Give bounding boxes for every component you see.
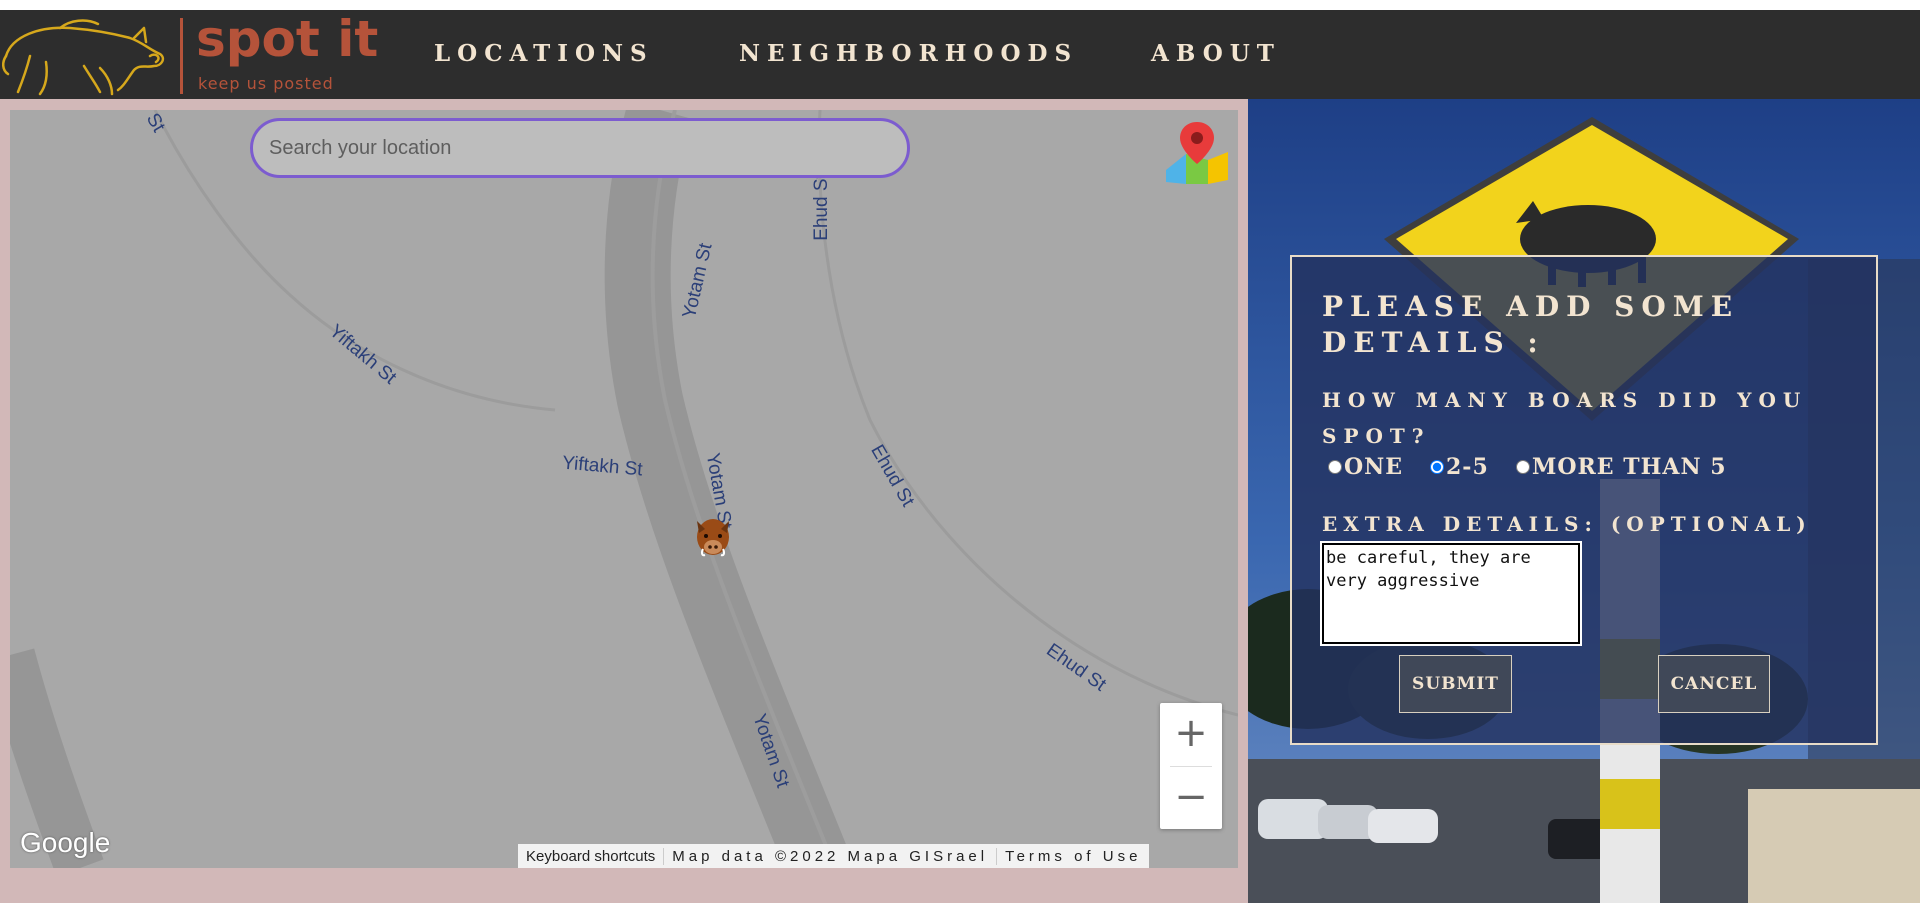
nav-link-about[interactable]: ABOUT: [1151, 40, 1281, 67]
map-roads: [10, 110, 1238, 868]
radio-one-input[interactable]: [1328, 460, 1342, 474]
radio-one-label: ONE: [1344, 454, 1404, 480]
brand-tagline: keep us posted: [198, 74, 334, 93]
cancel-button[interactable]: Cancel: [1658, 655, 1770, 713]
boar-marker-icon[interactable]: [693, 511, 733, 565]
terms-of-use-link[interactable]: Terms of Use: [996, 847, 1149, 865]
nav-link-neighborhoods[interactable]: NEIGHBORHOODS: [739, 40, 1078, 67]
map-attribution: Keyboard shortcuts Map data ©2022 Mapa G…: [518, 844, 1150, 868]
search-input[interactable]: [250, 118, 910, 178]
nav-link-locations[interactable]: LOCATIONS: [434, 40, 654, 67]
brand-title[interactable]: spot it: [196, 10, 378, 68]
radio-more-than-5-input[interactable]: [1516, 460, 1530, 474]
radio-more-than-5[interactable]: MORE THAN 5: [1516, 454, 1727, 480]
extra-details-textarea[interactable]: be careful, they are very aggressive: [1320, 541, 1582, 646]
zoom-control: + −: [1160, 703, 1222, 829]
logo-divider: [180, 18, 183, 94]
map-frame: St Yotam St Yotam St Yotam St Yiftakh St…: [0, 99, 1248, 903]
radio-2-5-input[interactable]: [1430, 460, 1444, 474]
zoom-in-button[interactable]: +: [1160, 703, 1222, 765]
modal-title: Please add some details :: [1322, 290, 1740, 359]
details-modal: Please add some details : How many boars…: [1290, 255, 1878, 745]
keyboard-shortcuts-link[interactable]: Keyboard shortcuts: [518, 848, 663, 865]
radio-one[interactable]: ONE: [1328, 454, 1403, 480]
radio-more-than-5-label: MORE THAN 5: [1532, 454, 1727, 480]
zoom-out-button[interactable]: −: [1160, 767, 1222, 829]
top-strip: [0, 0, 1920, 10]
boar-count-question: How many boars did you spot?: [1322, 388, 1808, 448]
navbar: spot it keep us posted LOCATIONS NEIGHBO…: [0, 10, 1920, 99]
extra-details-label: Extra details: (optional): [1322, 512, 1812, 536]
map-canvas[interactable]: St Yotam St Yotam St Yotam St Yiftakh St…: [10, 110, 1238, 868]
map-data-credit: Map data ©2022 Mapa GISrael: [663, 847, 996, 865]
street-label: Ehud St: [810, 173, 832, 241]
google-maps-pin-icon[interactable]: [1164, 120, 1230, 186]
google-logo: Google: [20, 827, 111, 858]
radio-2-5-label: 2-5: [1446, 454, 1489, 480]
radio-2-5[interactable]: 2-5: [1430, 454, 1489, 480]
submit-button[interactable]: Submit: [1399, 655, 1512, 713]
boar-logo-icon[interactable]: [0, 16, 166, 96]
